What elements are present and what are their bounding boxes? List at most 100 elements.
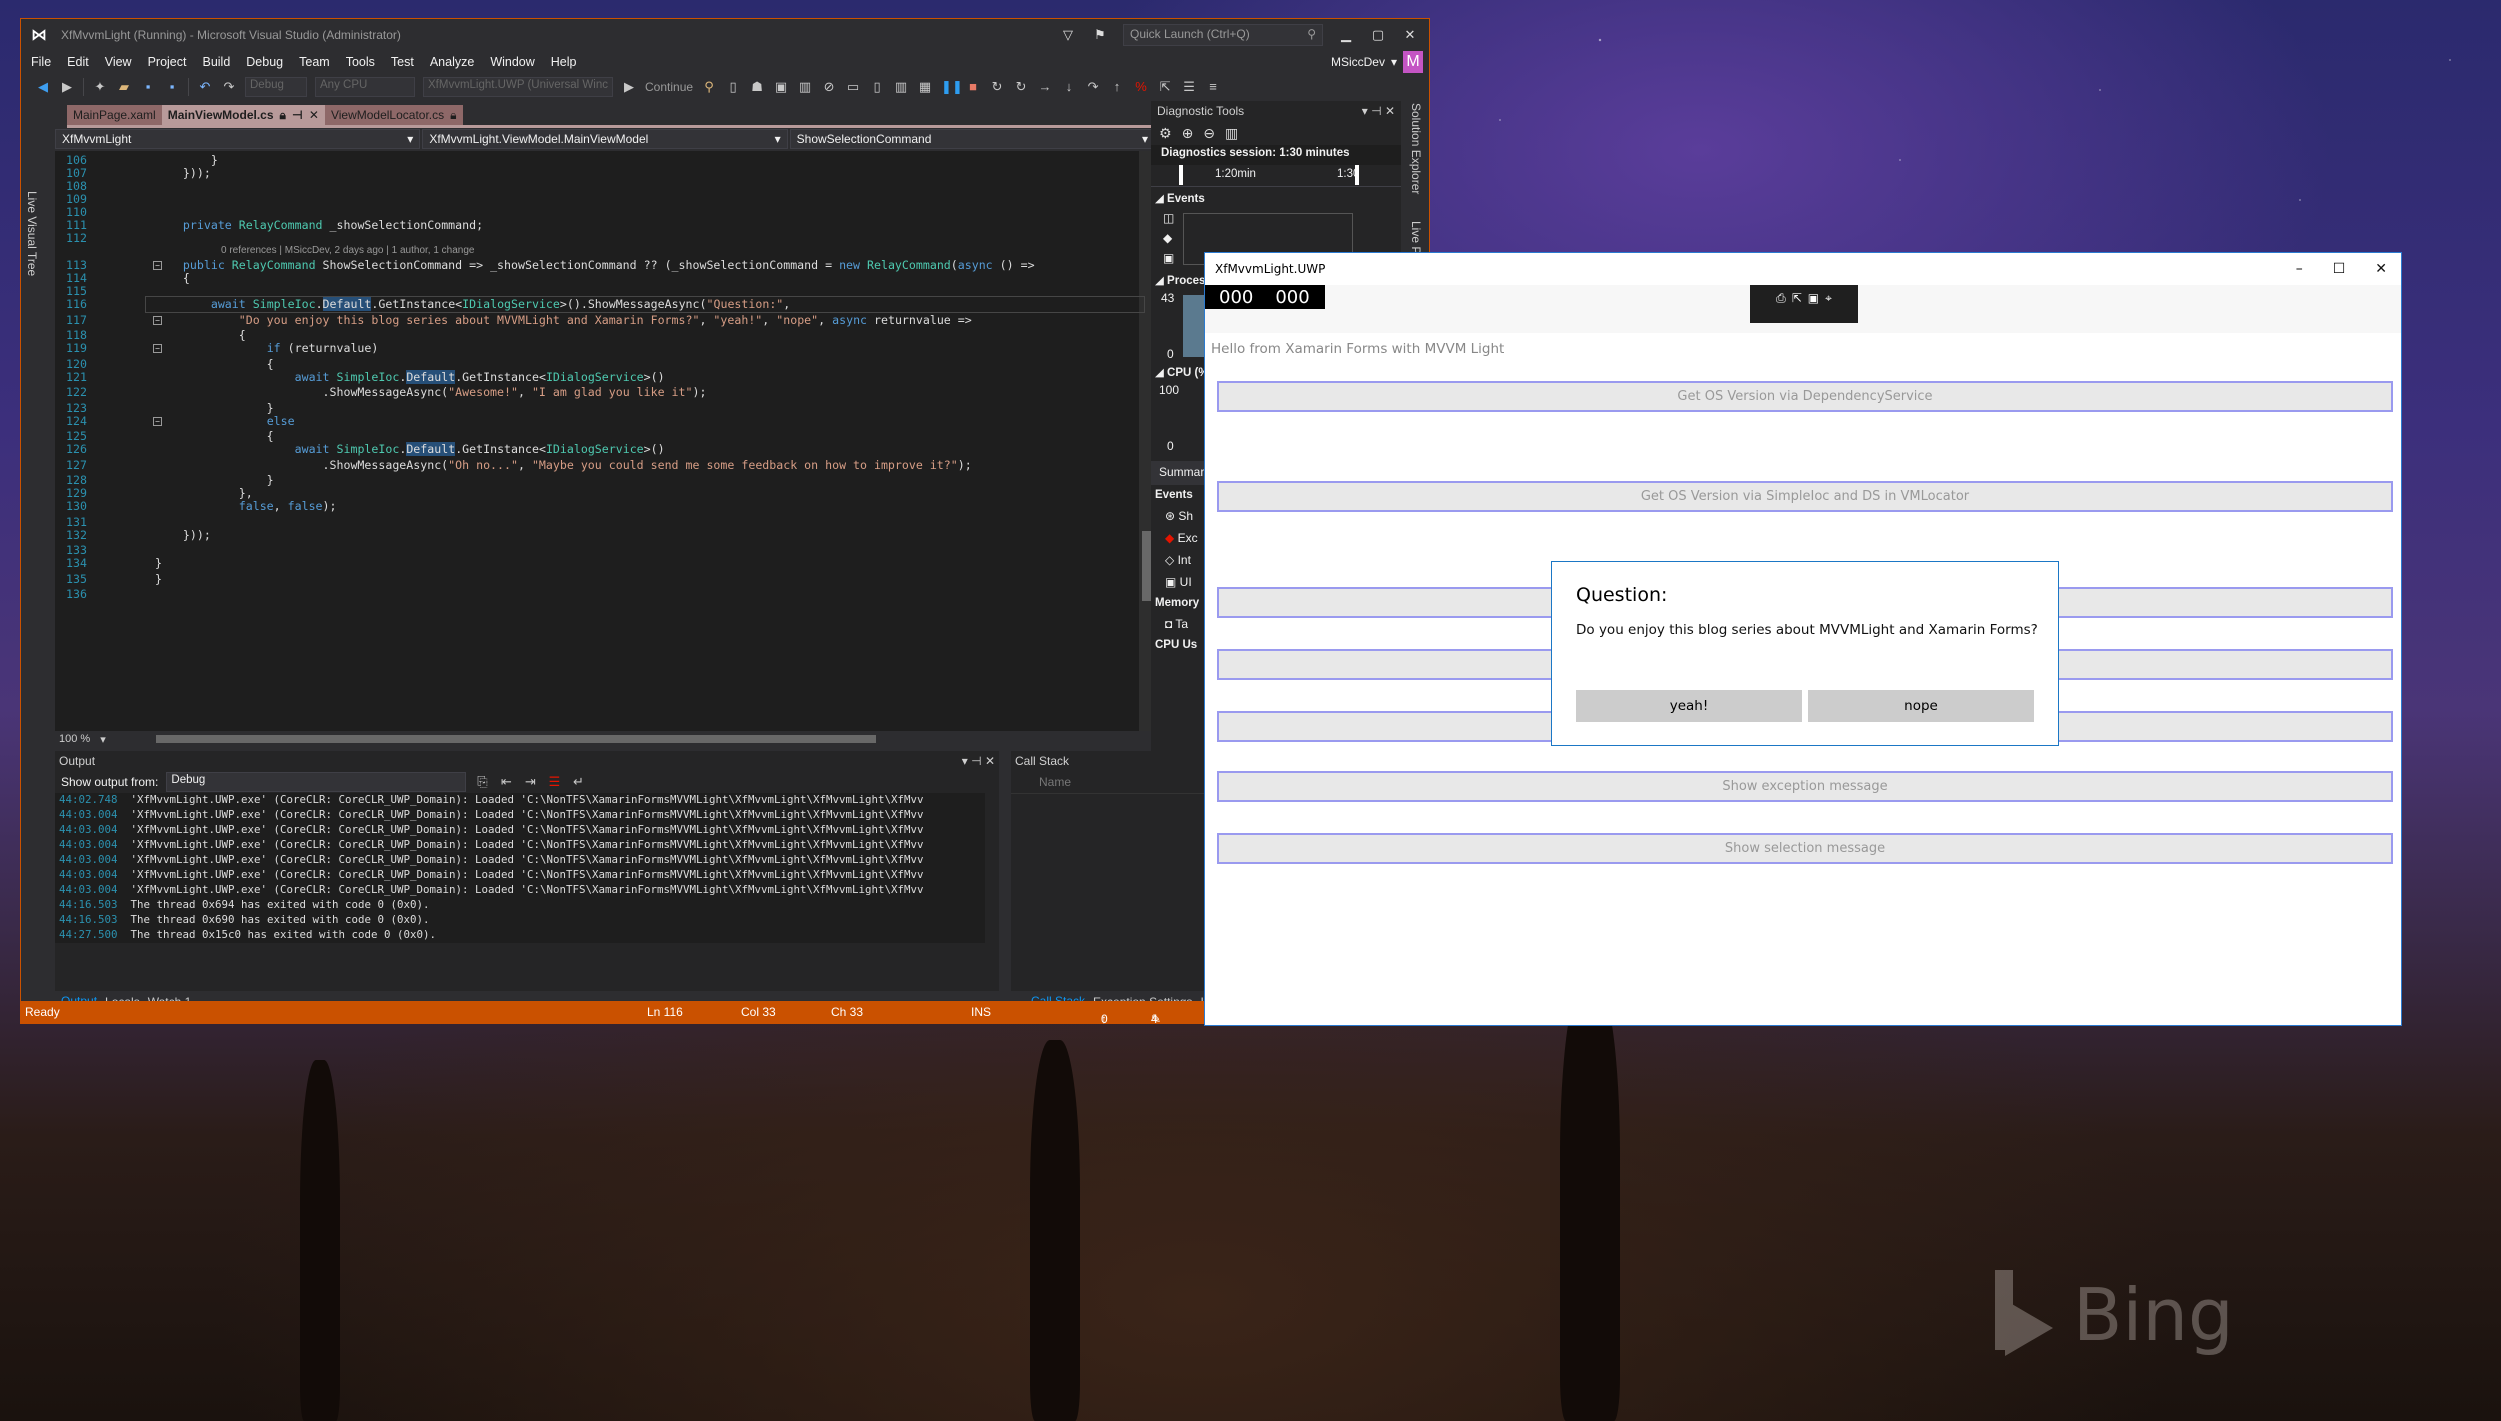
code-line[interactable]: 124 else −: [55, 414, 295, 430]
tab-mainviewmodel-cs[interactable]: MainViewModel.cs 🔒︎ ⊣ ✕: [161, 105, 325, 125]
menu-file[interactable]: File: [31, 55, 51, 69]
show-selection-message-button[interactable]: Show selection message: [1217, 833, 2393, 864]
menu-help[interactable]: Help: [551, 55, 577, 69]
navigate-forward-icon[interactable]: ▶: [59, 79, 75, 95]
code-line[interactable]: 119 if (returnvalue) −: [55, 341, 378, 357]
menu-edit[interactable]: Edit: [67, 55, 89, 69]
clear-all-icon[interactable]: ☰: [546, 774, 562, 790]
chevron-down-icon[interactable]: ▾: [962, 754, 968, 768]
menu-tools[interactable]: Tools: [346, 55, 375, 69]
code-line[interactable]: 132 }));: [55, 528, 211, 544]
solution-explorer-tab[interactable]: Solution Explorer: [1409, 103, 1423, 194]
code-line[interactable]: 112: [55, 231, 91, 247]
close-button[interactable]: ✕: [1401, 27, 1419, 43]
timeline-handle[interactable]: [1179, 165, 1183, 185]
code-line[interactable]: 136: [55, 587, 91, 603]
horizontal-scrollbar-thumb[interactable]: [155, 735, 876, 743]
zoom-out-icon[interactable]: ⊖: [1203, 125, 1215, 142]
reset-view-icon[interactable]: ▥: [1225, 125, 1238, 142]
comment-icon[interactable]: ≡: [1205, 79, 1221, 95]
select-element-icon[interactable]: ⇱: [1157, 79, 1173, 95]
tablet-icon[interactable]: ▥: [893, 79, 909, 95]
timeline-handle[interactable]: [1355, 165, 1359, 185]
output-text[interactable]: 44:02.748 'XfMvvmLight.UWP.exe' (CoreCLR…: [55, 793, 985, 943]
step-out-icon[interactable]: ↑: [1109, 79, 1125, 95]
pin-icon[interactable]: ⊣: [1371, 104, 1381, 118]
track-focus-icon[interactable]: ⌖: [1825, 291, 1832, 317]
find-in-files-icon[interactable]: ⚲: [701, 79, 717, 95]
menu-window[interactable]: Window: [490, 55, 534, 69]
tab-viewmodellocator-cs[interactable]: ViewModelLocator.cs 🔒︎: [324, 105, 463, 125]
menu-debug[interactable]: Debug: [246, 55, 283, 69]
save-all-icon[interactable]: ▪: [164, 79, 180, 95]
pin-icon[interactable]: ⊣: [292, 108, 303, 122]
select-element-icon[interactable]: ⇱: [1792, 291, 1802, 317]
menu-view[interactable]: View: [105, 55, 132, 69]
display-adorners-icon[interactable]: ☰: [1181, 79, 1197, 95]
menu-team[interactable]: Team: [299, 55, 330, 69]
step-over-icon[interactable]: ↷: [1085, 79, 1101, 95]
monitor-icon[interactable]: ▭: [845, 79, 861, 95]
close-button[interactable]: ✕: [2375, 261, 2387, 277]
continue-button[interactable]: Continue: [645, 80, 693, 94]
codelens[interactable]: 0 references | MSiccDev, 2 days ago | 1 …: [221, 245, 475, 256]
code-line[interactable]: 127 .ShowMessageAsync("Oh no...", "Maybe…: [55, 458, 972, 474]
fold-toggle-icon[interactable]: −: [153, 416, 162, 426]
android-icon[interactable]: ☗: [749, 79, 765, 95]
undo-icon[interactable]: ↶: [197, 79, 213, 95]
close-icon[interactable]: ✕: [1385, 104, 1395, 118]
code-line[interactable]: 121 await SimpleIoc.Default.GetInstance<…: [55, 369, 665, 386]
code-line[interactable]: 130 false, false);: [55, 499, 336, 515]
feedback-icon[interactable]: ⚑: [1091, 27, 1109, 43]
code-line[interactable]: 116 await SimpleIoc.Default.GetInstance<…: [55, 297, 790, 313]
new-project-icon[interactable]: ✦: [92, 79, 108, 95]
output-source-select[interactable]: Debug: [166, 772, 467, 792]
fold-toggle-icon[interactable]: −: [153, 344, 162, 353]
close-icon[interactable]: ✕: [985, 754, 995, 768]
stop-sign-icon[interactable]: ⊘: [821, 79, 837, 95]
code-line[interactable]: 134}: [55, 556, 162, 572]
startup-project-select[interactable]: XfMvvmLight.UWP (Universal Winc: [423, 77, 613, 97]
avatar[interactable]: M: [1403, 51, 1423, 73]
menu-test[interactable]: Test: [391, 55, 414, 69]
show-exception-message-button[interactable]: Show exception message: [1217, 771, 2393, 802]
chevron-down-icon[interactable]: ▾: [1362, 104, 1368, 118]
display-layout-adorners-icon[interactable]: ▣: [1808, 291, 1819, 317]
live-visual-tree-tab[interactable]: Live Visual Tree: [25, 191, 39, 276]
device-icon[interactable]: ▯: [725, 79, 741, 95]
pause-icon[interactable]: ❚❚: [941, 79, 963, 95]
call-stack-name-column[interactable]: Name: [1011, 771, 1231, 794]
zoom-level-select[interactable]: 100 %: [59, 733, 90, 745]
minimize-button[interactable]: ▁: [1337, 27, 1355, 43]
minimize-button[interactable]: –: [2296, 261, 2303, 277]
go-to-next-icon[interactable]: ⇥: [522, 774, 538, 790]
phone-icon[interactable]: ▯: [869, 79, 885, 95]
fold-toggle-icon[interactable]: −: [153, 315, 162, 325]
member-dropdown[interactable]: ShowSelectionCommand ▾: [789, 129, 1155, 149]
word-wrap-icon[interactable]: ↵: [570, 774, 586, 790]
go-to-previous-icon[interactable]: ⇤: [498, 774, 514, 790]
zoom-in-icon[interactable]: ⊕: [1182, 125, 1194, 142]
stop-icon[interactable]: ■: [965, 79, 981, 95]
restart-icon[interactable]: ↻: [989, 79, 1005, 95]
menu-build[interactable]: Build: [202, 55, 230, 69]
user-name[interactable]: MSiccDev: [1331, 55, 1385, 69]
menu-analyze[interactable]: Analyze: [430, 55, 474, 69]
find-message-icon[interactable]: ⎘: [474, 774, 490, 790]
events-section-header[interactable]: ◢ Events: [1151, 187, 1401, 209]
fold-toggle-icon[interactable]: −: [153, 261, 162, 270]
get-os-version-simpleioc-button[interactable]: Get OS Version via SimpleIoc and DS in V…: [1217, 481, 2393, 512]
yeah-button[interactable]: yeah!: [1576, 690, 1802, 722]
code-line[interactable]: 122 .ShowMessageAsync("Awesome!", "I am …: [55, 385, 706, 401]
show-next-statement-icon[interactable]: →: [1037, 79, 1053, 95]
go-to-live-visual-tree-icon[interactable]: ⎙: [1776, 291, 1786, 317]
save-icon[interactable]: ▪: [140, 79, 156, 95]
menu-project[interactable]: Project: [148, 55, 187, 69]
class-dropdown[interactable]: XfMvvmLight.ViewModel.MainViewModel ▾: [422, 129, 788, 149]
hot-reload-icon[interactable]: ↻: [1013, 79, 1029, 95]
timeline-ruler[interactable]: 1:20min 1:30: [1151, 165, 1401, 187]
code-editor[interactable]: 106 } 107 })); 108 109 110 111 private RelayC…: [55, 151, 1155, 731]
project-dropdown[interactable]: XfMvvmLight ▾: [55, 129, 421, 149]
terminal-icon[interactable]: ▣: [773, 79, 789, 95]
breakpoint-toggle-icon[interactable]: %: [1133, 79, 1149, 95]
